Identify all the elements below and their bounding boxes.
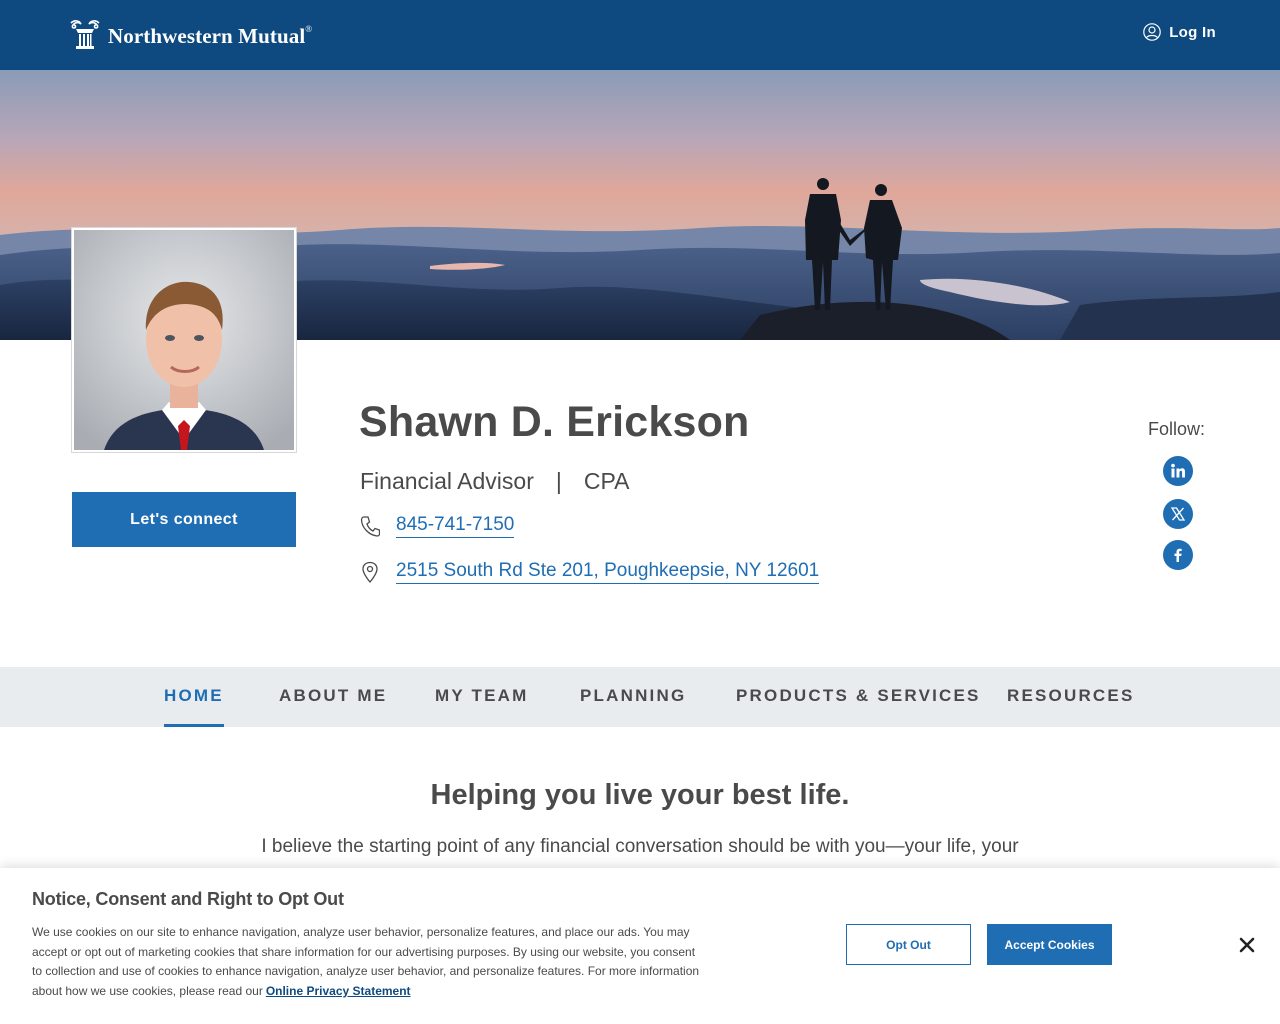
phone-link[interactable]: 845-741-7150 xyxy=(396,514,515,538)
login-label: Log In xyxy=(1169,23,1216,41)
section-headline: Helping you live your best life. xyxy=(430,779,850,811)
accept-cookies-button[interactable]: Accept Cookies xyxy=(987,924,1112,965)
column-capital-logo-icon xyxy=(70,20,100,49)
nav-my-team[interactable]: MY TEAM xyxy=(435,667,528,727)
x-logo-icon xyxy=(1170,507,1186,521)
facebook-icon xyxy=(1174,548,1182,562)
advisor-name: Shawn D. Erickson xyxy=(359,398,750,446)
login-link[interactable]: Log In xyxy=(1143,23,1216,41)
nav-about-me[interactable]: ABOUT ME xyxy=(279,667,387,727)
close-icon[interactable] xyxy=(1236,934,1258,956)
cookie-consent-banner: Notice, Consent and Right to Opt Out We … xyxy=(0,868,1280,1024)
facebook-button[interactable] xyxy=(1163,540,1193,570)
cookie-banner-text: We use cookies on our site to enhance na… xyxy=(32,923,702,1001)
linkedin-icon xyxy=(1171,463,1185,478)
intro-paragraph: I believe the starting point of any fina… xyxy=(261,836,1019,857)
nav-resources[interactable]: RESOURCES xyxy=(1007,667,1135,727)
advisor-credential: CPA xyxy=(583,468,630,494)
nav-planning[interactable]: PLANNING xyxy=(580,667,686,727)
linkedin-button[interactable] xyxy=(1163,456,1193,486)
phone-icon xyxy=(360,516,380,537)
map-pin-icon xyxy=(362,561,378,583)
advisor-title: Financial Advisor xyxy=(360,468,534,494)
advisor-titles: Financial Advisor | CPA xyxy=(360,468,629,495)
site-header: Northwestern Mutual® Log In xyxy=(0,0,1280,70)
user-circle-icon xyxy=(1143,23,1162,41)
cookie-banner-title: Notice, Consent and Right to Opt Out xyxy=(32,889,344,909)
main-navigation: HOME ABOUT ME MY TEAM PLANNING PRODUCTS … xyxy=(0,667,1280,727)
lets-connect-button[interactable]: Let's connect xyxy=(72,492,296,547)
x-twitter-button[interactable] xyxy=(1163,499,1193,529)
northwestern-mutual-logo[interactable]: Northwestern Mutual® xyxy=(68,19,312,50)
advisor-photo xyxy=(72,228,296,452)
address-row: 2515 South Rd Ste 201, Poughkeepsie, NY … xyxy=(360,560,820,584)
privacy-statement-link[interactable]: Online Privacy Statement xyxy=(266,984,411,998)
follow-label: Follow: xyxy=(1148,419,1206,439)
nav-home[interactable]: HOME xyxy=(164,667,224,727)
nav-products-services[interactable]: PRODUCTS & SERVICES xyxy=(736,667,981,727)
title-separator: | xyxy=(555,468,562,494)
brand-name: Northwestern Mutual® xyxy=(108,24,313,48)
address-link[interactable]: 2515 South Rd Ste 201, Poughkeepsie, NY … xyxy=(396,560,820,584)
phone-row: 845-741-7150 xyxy=(360,514,515,538)
opt-out-button[interactable]: Opt Out xyxy=(846,924,971,965)
advisor-portrait-photo xyxy=(74,230,294,450)
